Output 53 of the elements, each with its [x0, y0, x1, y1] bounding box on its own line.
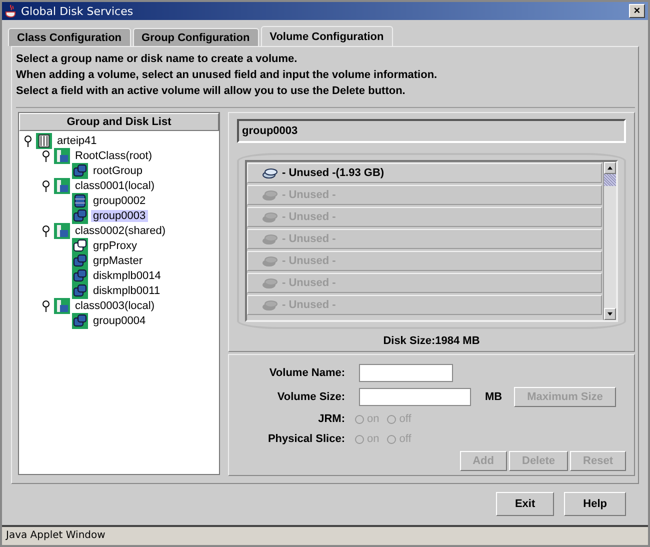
group-name-field: group0003	[237, 119, 626, 143]
volume-name-field[interactable]	[359, 364, 453, 382]
volume-icon	[262, 168, 278, 178]
volume-icon	[262, 234, 278, 244]
volume-icon	[262, 212, 278, 222]
tree-item[interactable]: rootGroup	[91, 164, 145, 176]
close-button[interactable]: ×	[629, 4, 645, 18]
tree-item[interactable]: class0001(local)	[73, 180, 156, 192]
tab[interactable]: Group Configuration	[132, 28, 259, 46]
instruction-text: Select a field with an active volume will allow you to use the Delete button.	[16, 84, 406, 99]
instruction-text: Select a group name or disk name to create a volume.	[16, 52, 298, 67]
volume-icon	[262, 300, 278, 310]
tree-item[interactable]: group0004	[91, 314, 148, 326]
java-cup-icon	[5, 4, 17, 18]
server-icon	[36, 132, 52, 148]
field-label: Volume Size:	[276, 391, 345, 403]
tree-item[interactable]: grpMaster	[91, 254, 145, 266]
field-label: Volume Name:	[268, 367, 345, 379]
status-bar: Java Applet Window	[2, 525, 648, 545]
scroll-down-icon[interactable]	[604, 308, 616, 320]
dialog-button[interactable]: Help	[564, 492, 626, 516]
tree-item[interactable]: class0002(shared)	[73, 224, 168, 236]
tree-item[interactable]: diskmplb0014	[91, 270, 163, 282]
expand-toggle-icon[interactable]	[41, 224, 51, 236]
scrollbar[interactable]	[603, 162, 616, 320]
expand-toggle-icon[interactable]	[41, 180, 51, 192]
expand-toggle-icon[interactable]	[41, 150, 51, 162]
instruction-text: When adding a volume, select an unused field and input the volume information.	[16, 68, 438, 83]
tree-item[interactable]: class0003(local)	[73, 300, 156, 312]
expand-toggle-icon[interactable]	[41, 300, 51, 312]
field-label: Physical Slice:	[266, 433, 345, 445]
unit-label: MB	[485, 391, 502, 403]
volume-icon	[262, 190, 278, 200]
disk-size-label: Disk Size:1984 MB	[382, 335, 481, 347]
field-label: JRM:	[317, 413, 345, 425]
volume-size-field[interactable]	[359, 388, 471, 406]
tab[interactable]: Volume Configuration	[260, 26, 393, 46]
tree-item[interactable]: group0003	[91, 210, 148, 222]
tree-item[interactable]: grpProxy	[91, 240, 140, 252]
tree-item[interactable]: arteip41	[55, 134, 99, 146]
expand-toggle-icon[interactable]	[23, 134, 33, 146]
tab[interactable]: Class Configuration	[8, 28, 131, 46]
volume-icon	[262, 256, 278, 266]
window-title: Global Disk Services	[21, 4, 134, 18]
tree-header: Group and Disk List	[19, 113, 219, 131]
tree-item[interactable]: group0002	[91, 194, 148, 206]
scroll-up-icon[interactable]	[604, 162, 616, 174]
scroll-thumb[interactable]	[604, 174, 616, 186]
volume-slot[interactable]: - Unused -(1.93 GB)	[247, 163, 602, 183]
dialog-button[interactable]: Exit	[496, 492, 554, 516]
tree-item[interactable]: diskmplb0011	[91, 284, 162, 296]
tree-item[interactable]: RootClass(root)	[73, 150, 154, 162]
volume-icon	[262, 278, 278, 288]
